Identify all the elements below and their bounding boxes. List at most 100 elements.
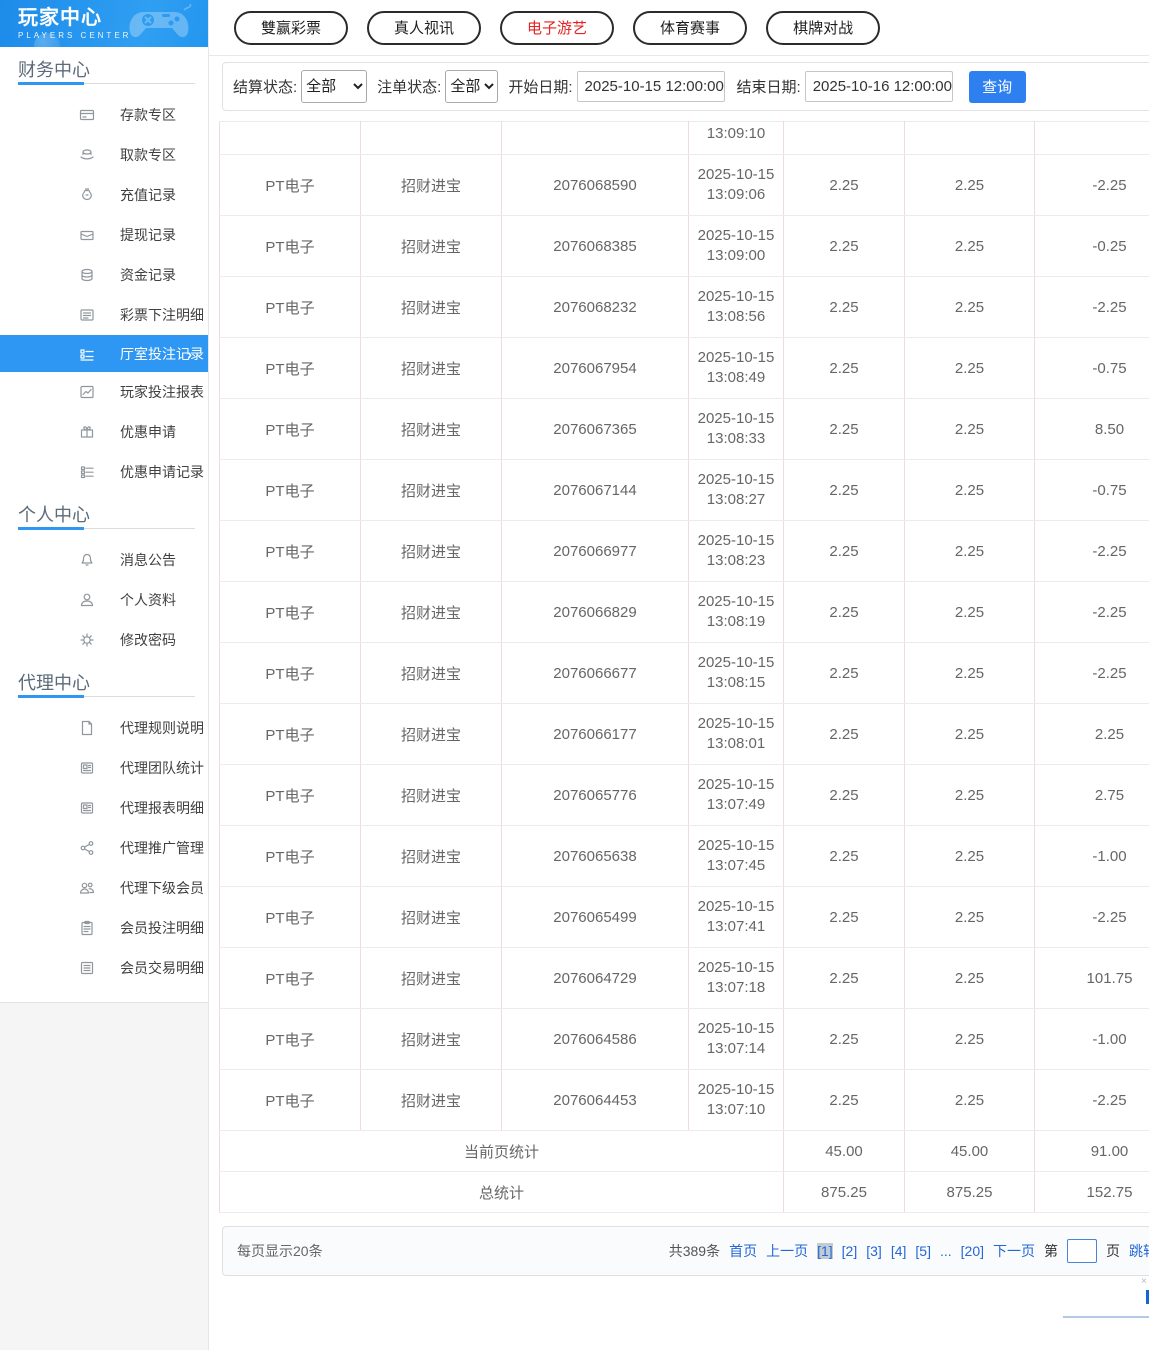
first-page-link[interactable]: 首页	[729, 1241, 757, 1261]
bet-amount-cell: 2.25	[783, 825, 905, 887]
sidebar-item-share[interactable]: 代理推广管理	[0, 828, 208, 868]
bet-product-cell: PT电子	[219, 1008, 361, 1070]
page-link-20[interactable]: [20]	[961, 1243, 984, 1259]
sidebar-item-label: 彩票下注明细	[120, 307, 204, 323]
bet-valid-cell: 2.25	[904, 825, 1035, 887]
funds-icon	[81, 268, 93, 282]
bet-order-cell: 2076065776	[501, 764, 689, 826]
sidebar-item-promo[interactable]: 优惠申请	[0, 412, 208, 452]
bet-result-cell: 2.25	[1034, 703, 1149, 765]
section-underline	[18, 81, 195, 85]
search-button[interactable]: 查询	[968, 70, 1026, 103]
table-row: PT电子 招财进宝 2076064453 2025-10-15 13:07:10 2.25…	[219, 1069, 1149, 1131]
table-row: PT电子 招财进宝 2076066677 2025-10-15 13:08:15 2.25…	[219, 642, 1149, 704]
bet-game-cell: 招财进宝	[360, 947, 502, 1009]
jump-page-input[interactable]	[1067, 1239, 1097, 1263]
bet-game-cell: 招财进宝	[360, 764, 502, 826]
withdraw-hand-icon	[80, 149, 94, 160]
bet-result-cell: -2.25	[1034, 1069, 1149, 1131]
close-icon[interactable]: ×	[1141, 1276, 1147, 1287]
tab-电子游艺[interactable]: 电子游艺	[500, 10, 615, 45]
bet-time-cell: 2025-10-15 13:07:45	[688, 825, 784, 887]
sidebar-item-report-chart[interactable]: 玩家投注报表	[0, 372, 208, 412]
sidebar: 玩家中心 PLAYERS CENTER 财务中心 存款专区 取款专区 充值记录 提现记录…	[0, 0, 209, 1350]
bet-order-cell: 2076068385	[501, 215, 689, 277]
sidebar-item-user[interactable]: 个人资料	[0, 580, 208, 620]
bet-result-cell: -0.25	[1034, 215, 1149, 277]
sidebar-item-lottery-list[interactable]: 彩票下注明细	[0, 295, 208, 335]
bet-order-cell: 2076064729	[501, 947, 689, 1009]
sidebar-item-label: 存款专区	[120, 107, 176, 123]
sidebar-item-team-stats[interactable]: 代理团队统计	[0, 748, 208, 788]
page-link-5[interactable]: [5]	[915, 1243, 931, 1259]
table-row: PT电子 招财进宝 2076068232 2025-10-15 13:08:56 2.25…	[219, 276, 1149, 338]
table-row-clipped: 13:09:10	[219, 121, 1149, 155]
page-link-1[interactable]: [1]	[817, 1243, 833, 1259]
sidebar-item-bell[interactable]: 消息公告	[0, 540, 208, 580]
bet-game-cell: 招财进宝	[360, 1008, 502, 1070]
bell-icon	[81, 553, 93, 566]
sidebar-item-funds[interactable]: 资金记录	[0, 255, 208, 295]
bet-order-cell: 2076066677	[501, 642, 689, 704]
sidebar-item-deposit-card[interactable]: 存款专区	[0, 95, 208, 135]
start-date-input[interactable]	[576, 71, 725, 102]
sidebar-item-doc[interactable]: 代理规则说明	[0, 708, 208, 748]
sidebar-item-label: 个人资料	[120, 592, 176, 608]
sidebar-item-recharge-bag[interactable]: 充值记录	[0, 175, 208, 215]
lottery-list-icon	[80, 309, 94, 321]
sidebar-item-hall-bet[interactable]: 厅室投注记录 ›	[0, 335, 208, 372]
jump-button[interactable]: 跳转	[1129, 1241, 1149, 1261]
bet-valid-cell: 2.25	[904, 581, 1035, 643]
sidebar-item-label: 充值记录	[120, 187, 176, 203]
total-summary-bet: 875.25	[783, 1171, 905, 1213]
bottom-divider	[1063, 1316, 1149, 1318]
sidebar-item-member-trans[interactable]: 会员交易明细	[0, 948, 208, 988]
page-link-4[interactable]: [4]	[891, 1243, 907, 1259]
order-status-select[interactable]: 全部	[445, 70, 499, 103]
table-row: PT电子 招财进宝 2076068385 2025-10-15 13:09:00 2.25…	[219, 215, 1149, 277]
bet-game-cell: 招财进宝	[360, 886, 502, 948]
section-title: 个人中心	[18, 505, 90, 525]
sidebar-item-label: 消息公告	[120, 552, 176, 568]
bet-records-table: 13:09:10 PT电子 招财进宝 2076068590 2025-10-15 13:…	[219, 121, 1149, 1213]
sidebar-item-member-bet[interactable]: 会员投注明细	[0, 908, 208, 948]
bet-game-cell: 招财进宝	[360, 459, 502, 521]
bet-amount-cell: 2.25	[783, 947, 905, 1009]
prev-page-link[interactable]: 上一页	[766, 1241, 808, 1261]
tab-真人视讯[interactable]: 真人视讯	[367, 10, 482, 45]
table-row: PT电子 招财进宝 2076065499 2025-10-15 13:07:41 2.25…	[219, 886, 1149, 948]
total-count: 共389条	[668, 1243, 721, 1259]
sidebar-item-label: 代理团队统计	[120, 760, 204, 776]
bet-result-cell: -1.00	[1034, 825, 1149, 887]
bet-time-cell: 2025-10-15 13:08:01	[688, 703, 784, 765]
bet-order-cell: 2076067954	[501, 337, 689, 399]
tab-棋牌对战[interactable]: 棋牌对战	[766, 10, 881, 45]
bet-order-cell: 2076068232	[501, 276, 689, 338]
page-link-3[interactable]: [3]	[866, 1243, 882, 1259]
bet-order-cell: 2076065499	[501, 886, 689, 948]
bet-game-cell: 招财进宝	[360, 642, 502, 704]
sidebar-item-withdraw-hand[interactable]: 取款专区	[0, 135, 208, 175]
team-stats-icon	[80, 762, 94, 774]
tab-雙赢彩票[interactable]: 雙赢彩票	[234, 10, 349, 45]
sidebar-item-gear[interactable]: 修改密码	[0, 620, 208, 660]
next-page-link[interactable]: 下一页	[993, 1241, 1035, 1261]
tab-体育赛事[interactable]: 体育赛事	[633, 10, 748, 45]
page-summary-valid: 45.00	[904, 1130, 1035, 1172]
bet-order-cell: 2076066829	[501, 581, 689, 643]
sidebar-item-members[interactable]: 代理下级会员	[0, 868, 208, 908]
end-date-input[interactable]	[804, 71, 953, 102]
settle-status-select[interactable]: 全部	[301, 70, 368, 103]
sidebar-item-report-detail[interactable]: 代理报表明细	[0, 788, 208, 828]
page-link-2[interactable]: [2]	[842, 1243, 858, 1259]
bet-order-cell: 2076068590	[501, 154, 689, 216]
bet-product-cell: PT电子	[219, 825, 361, 887]
bet-order-cell: 2076064453	[501, 1069, 689, 1131]
app-logo: 玩家中心 PLAYERS CENTER	[0, 0, 208, 47]
bet-result-cell: -2.25	[1034, 276, 1149, 338]
bet-result-cell: 8.50	[1034, 398, 1149, 460]
sidebar-item-withdraw-record[interactable]: 提现记录	[0, 215, 208, 255]
bet-game-cell: 招财进宝	[360, 215, 502, 277]
sidebar-item-promo-record[interactable]: 优惠申请记录	[0, 452, 208, 492]
promo-record-icon	[80, 466, 94, 479]
